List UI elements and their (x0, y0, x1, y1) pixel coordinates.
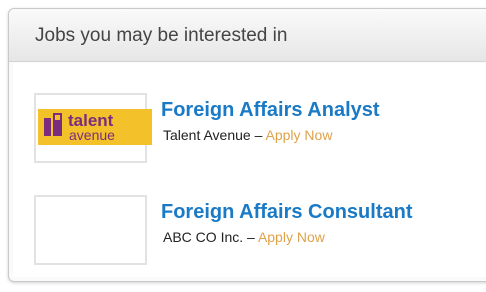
job-meta: Talent Avenue – Apply Now (163, 127, 332, 143)
widget-header: Jobs you may be interested in (9, 9, 486, 62)
jobs-widget: Jobs you may be interested in talent ave… (8, 8, 486, 282)
company-logo[interactable]: talent avenue (34, 93, 152, 163)
company-logo-placeholder[interactable] (34, 195, 147, 265)
company-name: ABC CO Inc. (163, 229, 244, 245)
apply-now-link[interactable]: Apply Now (258, 229, 325, 245)
job-item: talent avenue Foreign Affairs Analyst Ta… (13, 83, 486, 163)
company-name: Talent Avenue (163, 127, 251, 143)
job-meta: ABC CO Inc. – Apply Now (163, 229, 325, 245)
jobs-list: talent avenue Foreign Affairs Analyst Ta… (13, 63, 486, 277)
job-title-link[interactable]: Foreign Affairs Consultant (161, 201, 412, 224)
job-title-link[interactable]: Foreign Affairs Analyst (161, 99, 380, 122)
svg-text:avenue: avenue (69, 127, 115, 143)
job-item: Foreign Affairs Consultant ABC CO Inc. –… (13, 185, 486, 265)
widget-title: Jobs you may be interested in (35, 25, 288, 46)
separator: – (243, 229, 258, 245)
apply-now-link[interactable]: Apply Now (266, 127, 333, 143)
talent-avenue-logo-icon: talent avenue (38, 109, 152, 145)
separator: – (250, 127, 266, 143)
